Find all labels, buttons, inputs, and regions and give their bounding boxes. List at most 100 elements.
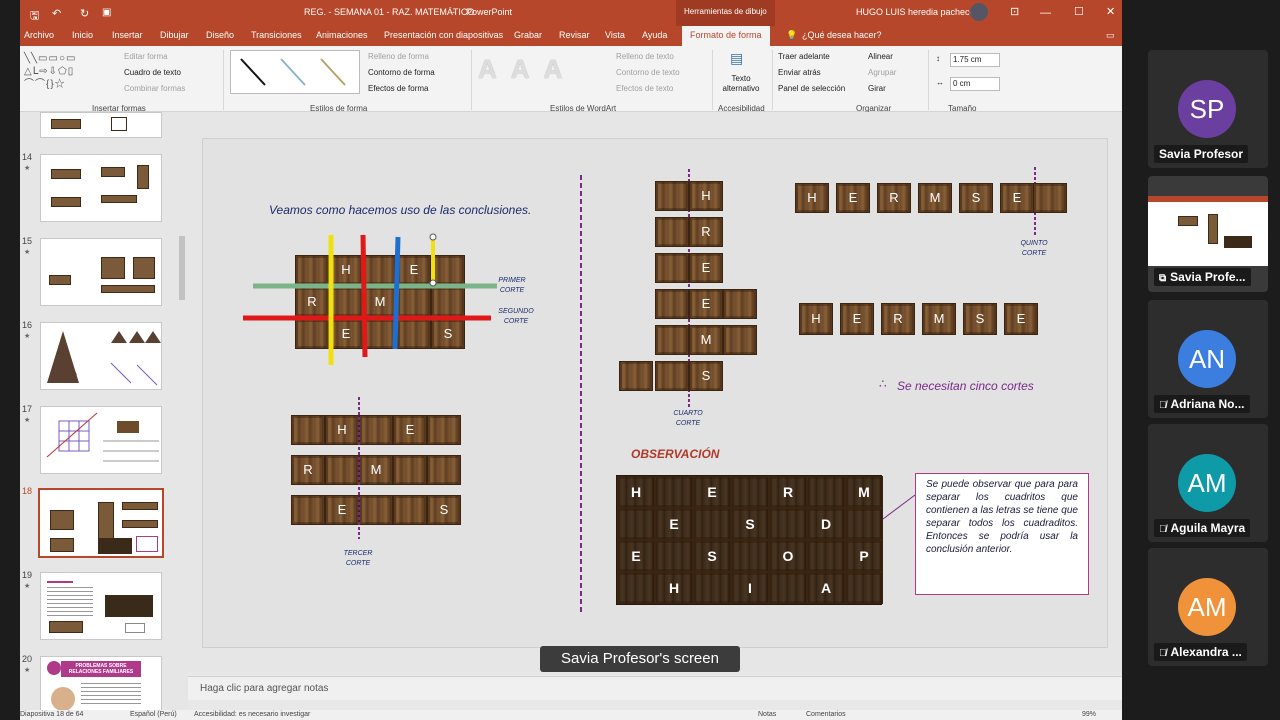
status-bar: Diapositiva 18 de 64 Español (Perú) Acce…	[20, 710, 1122, 720]
slide-thumbnail-16[interactable]	[40, 322, 162, 390]
letter-tile: M	[918, 183, 952, 213]
observation-cell	[807, 540, 845, 572]
letter-tile: H	[799, 303, 833, 335]
save-icon[interactable]: 🖫	[30, 7, 39, 26]
participant-tile[interactable]: AN 🎙̸ Adriana No...	[1148, 300, 1268, 418]
maximize-icon[interactable]: ☐	[1074, 5, 1084, 18]
comments-button[interactable]: Comentarios	[806, 711, 846, 718]
tab-revisar[interactable]: Revisar	[559, 30, 590, 40]
slide-thumbnail-18-selected[interactable]	[38, 488, 164, 558]
language[interactable]: Español (Perú)	[130, 711, 177, 718]
slide-thumbnail-19[interactable]	[40, 572, 162, 640]
tab-dibujar[interactable]: Dibujar	[160, 30, 189, 40]
accessibility-status[interactable]: Accesibilidad: es necesario investigar	[194, 711, 310, 718]
tab-insertar[interactable]: Insertar	[112, 30, 143, 40]
observation-cell	[845, 572, 883, 604]
tab-vista[interactable]: Vista	[605, 30, 625, 40]
shape-effects-button[interactable]: Efectos de forma	[368, 84, 428, 93]
shapes-gallery[interactable]: ╲╲▭▭○▭ △ᒪ⇨⇩⬠▯ ⌒⌒{}☆	[24, 52, 116, 94]
wordart-gallery[interactable]: AAA	[478, 54, 608, 90]
close-icon[interactable]: ✕	[1106, 5, 1115, 18]
text-box-button[interactable]: Cuadro de texto	[124, 68, 181, 77]
shape-fill-button[interactable]: Relleno de forma	[368, 52, 429, 61]
ribbon-display-icon[interactable]: ⊡	[1010, 5, 1019, 18]
letter-tile	[723, 289, 757, 319]
slide-thumbnail-20[interactable]: PROBLEMAS SOBRE RELACIONES FAMILIARES	[40, 656, 162, 712]
therefore-icon: ∴	[879, 377, 887, 391]
tab-inicio[interactable]: Inicio	[72, 30, 93, 40]
letter-tile	[723, 325, 757, 355]
participant-tile[interactable]: AM 🎙̸ Alexandra ...	[1148, 548, 1268, 666]
resize-handle[interactable]	[429, 279, 437, 287]
lightbulb-icon: 💡	[786, 30, 798, 40]
avatar: AM	[1178, 454, 1236, 512]
comments-icon[interactable]: ▭	[1106, 30, 1115, 41]
separator	[772, 50, 773, 110]
letter-tile: E	[1000, 183, 1034, 213]
user-avatar[interactable]	[970, 3, 988, 21]
separator	[928, 50, 929, 110]
slide-thumbnail-15[interactable]	[40, 238, 162, 306]
participant-tile-screen[interactable]: ⧉ Savia Profe...	[1148, 176, 1268, 292]
undo-icon[interactable]: ↶	[52, 7, 61, 20]
mic-off-icon: 🎙̸	[1159, 524, 1167, 535]
shape-outline-button[interactable]: Contorno de forma	[368, 68, 435, 77]
mic-off-icon: 🎙̸	[1159, 400, 1167, 411]
bring-forward-button[interactable]: Traer adelante	[778, 52, 830, 61]
screen-share-banner: Savia Profesor's screen	[540, 646, 740, 672]
slide-number: 19	[22, 570, 33, 580]
tab-archivo[interactable]: Archivo	[24, 30, 54, 40]
tab-animaciones[interactable]: Animaciones	[316, 30, 368, 40]
animation-star-icon: ★	[24, 165, 31, 172]
tab-grabar[interactable]: Grabar	[514, 30, 542, 40]
rotate-button[interactable]: Girar	[868, 84, 886, 93]
minimize-icon[interactable]: —	[1040, 7, 1051, 19]
user-name: HUGO LUIS heredia pacheco	[856, 7, 975, 17]
alt-text-button[interactable]: Texto alternativo	[718, 74, 764, 94]
tab-formato-de-forma[interactable]: Formato de forma	[682, 26, 770, 46]
width-input[interactable]: 0 cm	[950, 77, 1000, 91]
participant-tile[interactable]: SP Savia Profesor	[1148, 50, 1268, 168]
align-button[interactable]: Alinear	[868, 52, 893, 61]
animation-star-icon: ★	[24, 667, 31, 674]
zoom-level[interactable]: 99%	[1082, 711, 1096, 718]
notes-button[interactable]: Notas	[758, 711, 776, 718]
participant-tile[interactable]: AM 🎙̸ Aguila Mayra	[1148, 424, 1268, 542]
participant-name: ⧉ Savia Profe...	[1154, 268, 1251, 286]
slide-number: 17	[22, 404, 33, 414]
tab-transiciones[interactable]: Transiciones	[251, 30, 302, 40]
redo-icon[interactable]: ↻	[80, 7, 89, 20]
tab-presentacion[interactable]: Presentación con diapositivas	[384, 30, 503, 40]
selection-pane-button[interactable]: Panel de selección	[778, 84, 845, 93]
drawing-tools-context: Herramientas de dibujo	[676, 0, 775, 26]
notes-pane[interactable]: Haga clic para agregar notas	[188, 676, 1122, 700]
red-vertical-cut	[360, 234, 368, 358]
present-icon[interactable]: ▣	[102, 7, 111, 18]
send-backward-button[interactable]: Enviar atrás	[778, 68, 821, 77]
slide-thumbnail-17[interactable]	[40, 406, 162, 474]
observation-cell: S	[693, 540, 731, 572]
tab-diseno[interactable]: Diseño	[206, 30, 234, 40]
letter-row-top: HERMSE	[795, 183, 1075, 217]
width-icon: ↔	[936, 78, 944, 87]
tell-me-search[interactable]: ¿Qué desea hacer?	[802, 30, 882, 40]
height-input[interactable]: 1.75 cm	[950, 53, 1000, 67]
rotation-handle[interactable]	[429, 233, 437, 241]
slide-thumbnail-13[interactable]	[40, 112, 162, 138]
slide-thumbnail-14[interactable]	[40, 154, 162, 222]
line-styles-preview	[240, 58, 346, 86]
text-fill-button[interactable]: Relleno de texto	[616, 52, 674, 61]
observation-cell	[617, 572, 655, 604]
slide-number: 16	[22, 320, 33, 330]
text-effects-button[interactable]: Efectos de texto	[616, 84, 673, 93]
edit-shape-button[interactable]: Editar forma	[124, 52, 168, 61]
merge-shapes-button[interactable]: Combinar formas	[124, 84, 185, 93]
slide-number-active: 18	[22, 486, 33, 496]
group-button[interactable]: Agrupar	[868, 68, 896, 77]
thumb-20-title: PROBLEMAS SOBRE RELACIONES FAMILIARES	[61, 661, 141, 677]
thumbnails-scrollbar[interactable]	[178, 116, 186, 706]
shape-styles-gallery[interactable]	[230, 50, 360, 94]
text-outline-button[interactable]: Contorno de texto	[616, 68, 680, 77]
tab-ayuda[interactable]: Ayuda	[642, 30, 667, 40]
screen-thumbnail	[1148, 196, 1268, 266]
